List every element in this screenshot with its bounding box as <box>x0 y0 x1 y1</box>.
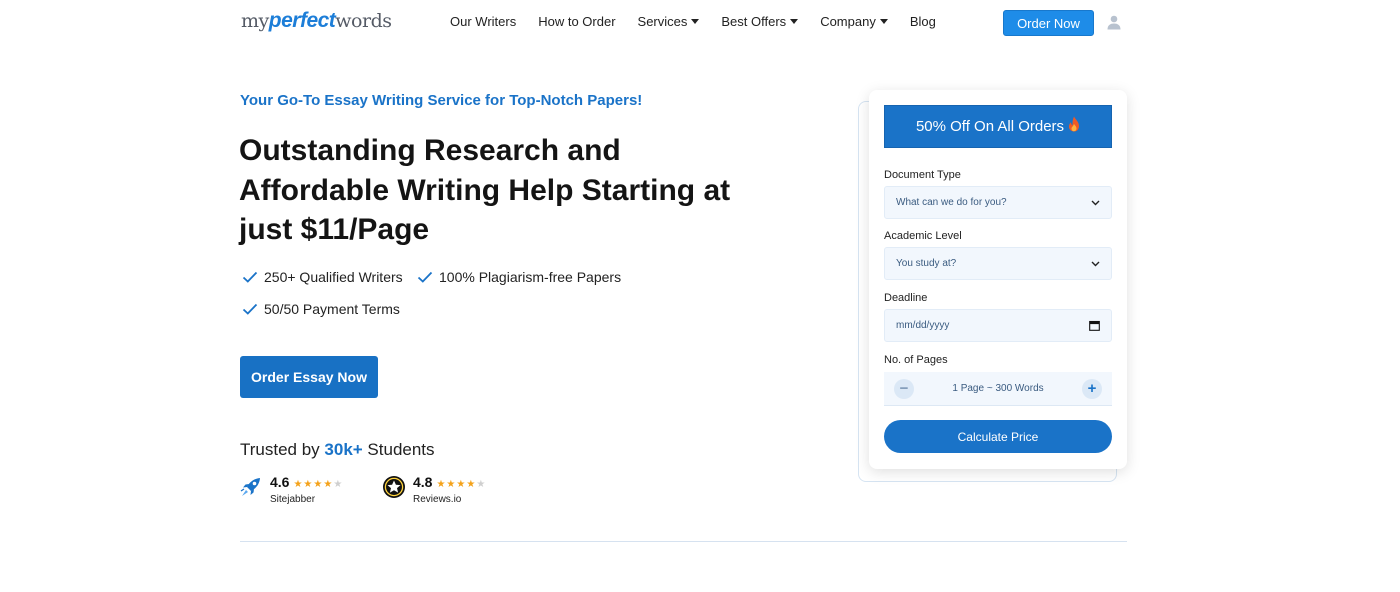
order-essay-now-button[interactable]: Order Essay Now <box>240 356 378 398</box>
nav-item-how-to-order[interactable]: How to Order <box>538 14 615 29</box>
pages-label: No. of Pages <box>884 354 948 366</box>
trusted-by-text: Trusted by 30k+ Students <box>240 440 435 459</box>
nav-item-company[interactable]: Company <box>820 14 888 29</box>
site-logo[interactable]: my perfect words <box>241 9 392 33</box>
site-header: my perfect words Our Writers How to Order … <box>0 0 1400 44</box>
pages-value: 1 Page ~ 300 Words <box>952 383 1044 394</box>
deadline-date-input[interactable]: mm/dd/yyyy <box>884 309 1112 342</box>
chevron-down-icon <box>1091 261 1100 266</box>
caret-down-icon <box>691 19 700 24</box>
check-icon <box>417 271 433 283</box>
promo-banner: 50% Off On All Orders <box>884 105 1112 148</box>
flame-icon <box>1069 116 1080 131</box>
feature-item: 50/50 Payment Terms <box>242 301 400 317</box>
caret-down-icon <box>790 19 799 24</box>
calculate-price-button[interactable]: Calculate Price <box>884 420 1112 453</box>
feature-item: 100% Plagiarism-free Papers <box>417 269 621 285</box>
nav-item-best-offers[interactable]: Best Offers <box>721 14 799 29</box>
rocket-icon <box>240 478 260 496</box>
user-icon[interactable] <box>1107 15 1121 30</box>
deadline-label: Deadline <box>884 292 928 304</box>
hero-tagline: Your Go-To Essay Writing Service for Top… <box>240 92 643 109</box>
review-reviewsio[interactable]: 4.8 ★★★★★ Reviews.io <box>382 474 486 505</box>
check-icon <box>242 271 258 283</box>
decrease-pages-button[interactable]: − <box>894 378 914 399</box>
increase-pages-button[interactable]: + <box>1081 378 1102 399</box>
document-type-label: Document Type <box>884 169 961 181</box>
pages-stepper: − 1 Page ~ 300 Words + <box>884 372 1112 406</box>
section-divider <box>240 541 1127 542</box>
chevron-down-icon <box>1091 200 1100 205</box>
hero-headline: Outstanding Research and Affordable Writ… <box>239 134 731 246</box>
review-sitejabber[interactable]: 4.6 ★★★★★ Sitejabber <box>239 474 343 505</box>
star-badge-icon <box>383 476 405 498</box>
nav-item-blog[interactable]: Blog <box>910 14 936 29</box>
nav-item-services[interactable]: Services <box>638 14 700 29</box>
academic-level-label: Academic Level <box>884 230 962 242</box>
caret-down-icon <box>879 19 888 24</box>
main-nav: Our Writers How to Order Services Best O… <box>450 14 958 29</box>
rating-stars: ★★★★★ <box>436 479 487 490</box>
feature-item: 250+ Qualified Writers <box>242 269 403 285</box>
rating-stars: ★★★★★ <box>293 479 344 490</box>
check-icon <box>242 303 258 315</box>
nav-item-our-writers[interactable]: Our Writers <box>450 14 516 29</box>
order-form-card: 50% Off On All Orders Document Type What… <box>869 90 1127 469</box>
order-now-button[interactable]: Order Now <box>1003 10 1094 36</box>
calendar-icon[interactable] <box>1089 320 1100 331</box>
academic-level-select[interactable]: You study at? <box>884 247 1112 280</box>
document-type-select[interactable]: What can we do for you? <box>884 186 1112 219</box>
